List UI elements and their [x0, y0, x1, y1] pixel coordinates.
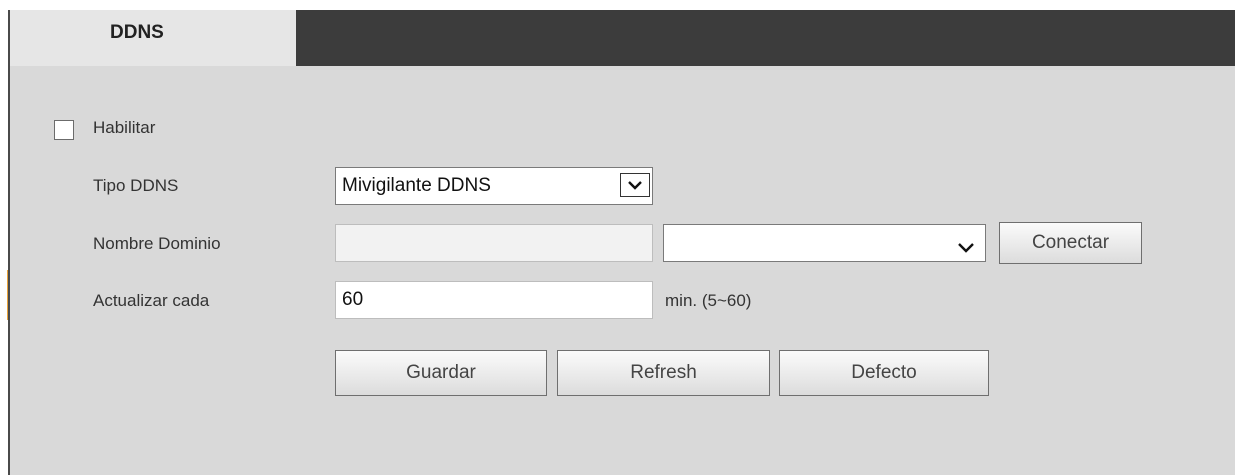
- tab-bar: DDNS: [10, 10, 1235, 66]
- chevron-down-icon[interactable]: [957, 238, 975, 258]
- ddns-panel: DDNS Habilitar Tipo DDNS Mivigilante DDN…: [8, 10, 1235, 475]
- tab-ddns[interactable]: DDNS: [10, 10, 296, 66]
- domain-name-input[interactable]: [335, 224, 653, 262]
- domain-name-label: Nombre Dominio: [93, 234, 221, 253]
- update-interval-input[interactable]: 60: [335, 281, 653, 319]
- ddns-type-value: Mivigilante DDNS: [342, 175, 491, 196]
- enable-label: Habilitar: [93, 118, 156, 137]
- enable-checkbox[interactable]: [54, 120, 74, 140]
- save-button[interactable]: Guardar: [335, 350, 547, 396]
- connect-button[interactable]: Conectar: [999, 222, 1142, 264]
- domain-suffix-select[interactable]: [663, 224, 986, 262]
- ddns-type-select[interactable]: Mivigilante DDNS: [335, 167, 653, 205]
- default-button[interactable]: Defecto: [779, 350, 989, 396]
- update-interval-hint: min. (5~60): [665, 291, 752, 310]
- refresh-button[interactable]: Refresh: [557, 350, 770, 396]
- chevron-down-icon[interactable]: [620, 173, 650, 197]
- ddns-type-label: Tipo DDNS: [93, 176, 179, 195]
- update-interval-label: Actualizar cada: [93, 291, 210, 310]
